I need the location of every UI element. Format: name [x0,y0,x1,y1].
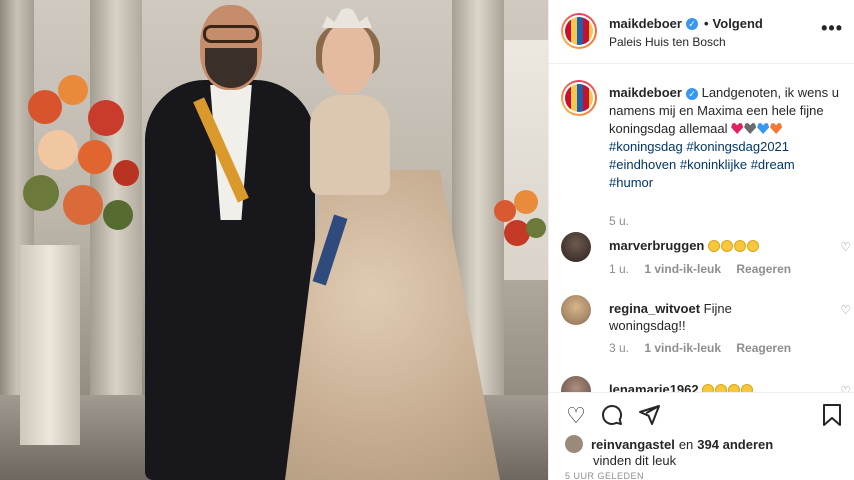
action-bar: ♡ reinvangastel en 394 anderen vinden di… [549,392,854,480]
flower-plinth [20,245,80,445]
likes-count[interactable]: 394 anderen [697,437,773,452]
likes-summary: reinvangastel en 394 anderen [565,435,773,453]
comment-likes[interactable]: 1 vind-ik-leuk [644,262,721,276]
laugh-emojis [702,382,754,392]
heart-icon[interactable]: ♡ [563,403,589,429]
tiara [322,8,372,28]
commenter-avatar[interactable] [561,376,591,392]
likes-suffix: vinden dit leuk [593,453,677,468]
comment-meta: 3 u. 1 vind-ik-leuk Reageren [609,341,803,355]
heart-emojis [731,121,783,136]
comment-icon[interactable] [599,403,625,429]
commenter-username[interactable]: lenamarie1962 [609,382,699,392]
comment-heart-icon[interactable]: ♡ [840,303,851,317]
comment-text: lenamarie1962 [609,381,809,392]
commenter-username[interactable]: marverbruggen [609,238,704,253]
heart-emoji [744,123,757,134]
post-photo[interactable] [0,0,548,480]
comment-heart-icon[interactable]: ♡ [840,240,851,254]
author-avatar[interactable] [561,13,597,49]
verified-icon: ✓ [685,88,698,100]
hashtag[interactable]: #humor [609,175,653,190]
caption-text: maikdeboer ✓ Landgenoten, ik wens u namen… [609,84,841,192]
hashtag[interactable]: #eindhoven [609,157,676,172]
bookmark-icon[interactable] [819,403,845,429]
comment-text: regina_witvoet Fijne woningsdag!! [609,300,809,334]
post-location[interactable]: Paleis Huis ten Bosch [609,35,726,49]
hashtag[interactable]: #koninklijke [680,157,747,172]
post-header: maikdeboer ✓ • Volgend Paleis Huis ten B… [549,0,854,64]
hashtag[interactable]: #koningsdag2021 [686,139,789,154]
comment-likes[interactable]: 1 vind-ik-leuk [644,341,721,355]
laugh-emojis [708,238,760,253]
commenter-avatar[interactable] [561,232,591,262]
liker-avatar[interactable] [565,435,583,453]
comments-feed[interactable]: maikdeboer ✓ Landgenoten, ik wens u namen… [549,64,854,392]
heart-emoji [770,123,783,134]
commenter-username[interactable]: regina_witvoet [609,301,700,316]
comment-text: marverbruggen [609,237,809,254]
hashtag[interactable]: #koningsdag [609,139,683,154]
author-username[interactable]: maikdeboer [609,16,682,31]
separator-dot: • [703,16,709,31]
post-age: 5 UUR GELEDEN [565,471,645,480]
comment-time: 1 u. [609,262,630,276]
reply-button[interactable]: Reageren [736,262,791,276]
flower-bouquet-right [490,190,548,260]
caption-username[interactable]: maikdeboer [609,85,682,100]
hashtag[interactable]: #dream [751,157,795,172]
heart-emoji [731,123,744,134]
caption-time: 5 u. [609,214,630,228]
likes-connector: en [678,436,694,452]
caption-avatar[interactable] [561,80,597,116]
comment-meta: 1 u. 1 vind-ik-leuk Reageren [609,262,803,276]
woman-torso [310,95,390,195]
man-glasses [203,25,259,43]
liker-username[interactable]: reinvangastel [591,437,675,452]
woman-head [322,22,374,94]
verified-icon: ✓ [685,17,698,30]
share-icon[interactable] [636,403,662,429]
flower-bouquet-left [18,70,148,245]
comment-time: 3 u. [609,341,630,355]
heart-emoji [757,123,770,134]
post-panel: maikdeboer ✓ • Volgend Paleis Huis ten B… [548,0,854,480]
comment-heart-icon[interactable]: ♡ [840,384,851,392]
reply-button[interactable]: Reageren [736,341,791,355]
commenter-avatar[interactable] [561,295,591,325]
follow-button[interactable]: Volgend [713,16,763,31]
more-icon[interactable]: ••• [821,18,843,39]
